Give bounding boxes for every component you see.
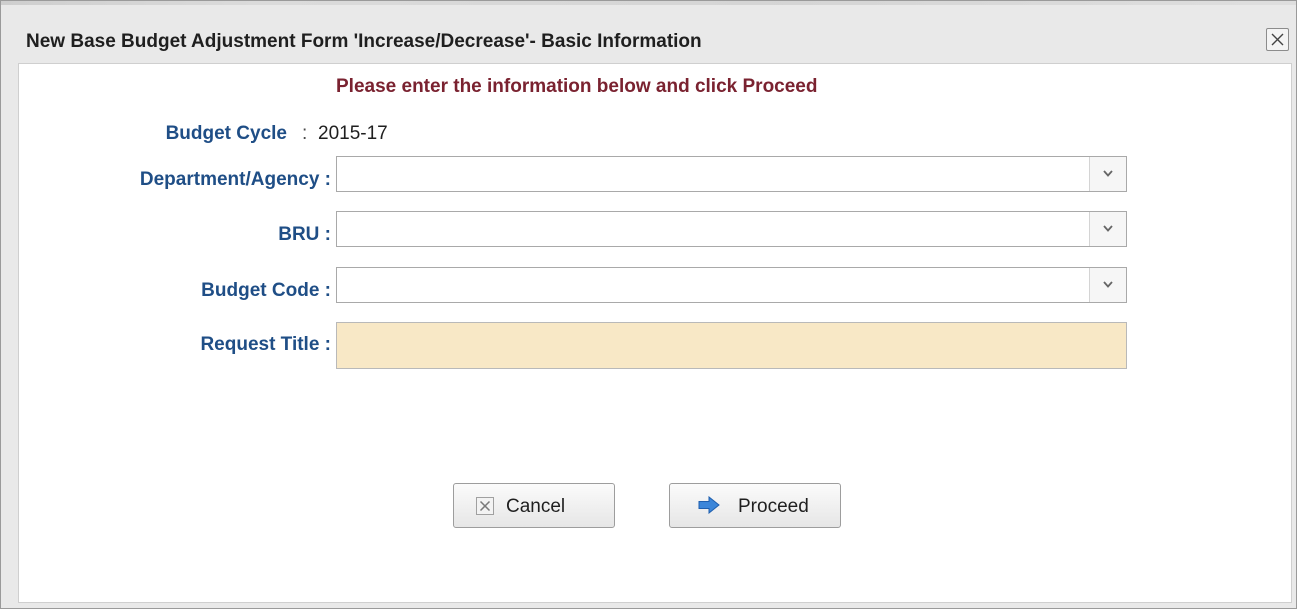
bru-select[interactable]: [336, 211, 1127, 247]
budget-cycle-separator: :: [302, 123, 308, 144]
chevron-down-icon: [1103, 225, 1113, 232]
request-title-label: Request Title :: [200, 334, 331, 355]
dialog-titlebar[interactable]: New Base Budget Adjustment Form 'Increas…: [1, 7, 1296, 57]
cancel-x-icon: [476, 497, 494, 515]
cancel-button[interactable]: Cancel: [453, 483, 615, 528]
chevron-down-icon: [1103, 281, 1113, 288]
bru-label: BRU :: [278, 224, 331, 245]
top-border-strip: [1, 1, 1296, 5]
department-agency-label: Department/Agency :: [139, 169, 331, 190]
request-title-input[interactable]: [336, 322, 1127, 369]
budget-code-select[interactable]: [336, 267, 1127, 303]
budget-cycle-value: 2015-17: [318, 123, 388, 144]
close-icon: [1271, 33, 1284, 46]
form-panel: Please enter the information below and c…: [18, 63, 1292, 603]
close-button[interactable]: [1266, 28, 1289, 51]
arrow-right-icon: [698, 496, 720, 514]
cancel-button-label: Cancel: [506, 496, 566, 517]
department-agency-dropdown-button[interactable]: [1089, 157, 1126, 191]
instruction-text: Please enter the information below and c…: [336, 76, 818, 97]
budget-code-dropdown-button[interactable]: [1089, 268, 1126, 302]
dialog-title: New Base Budget Adjustment Form 'Increas…: [26, 31, 702, 52]
proceed-button[interactable]: Proceed: [669, 483, 841, 528]
chevron-down-icon: [1103, 170, 1113, 177]
department-agency-select[interactable]: [336, 156, 1127, 192]
dialog-window: New Base Budget Adjustment Form 'Increas…: [0, 0, 1297, 609]
proceed-button-label: Proceed: [738, 496, 809, 517]
budget-code-label: Budget Code :: [201, 280, 331, 301]
budget-cycle-label: Budget Cycle: [165, 123, 287, 144]
bru-dropdown-button[interactable]: [1089, 212, 1126, 246]
